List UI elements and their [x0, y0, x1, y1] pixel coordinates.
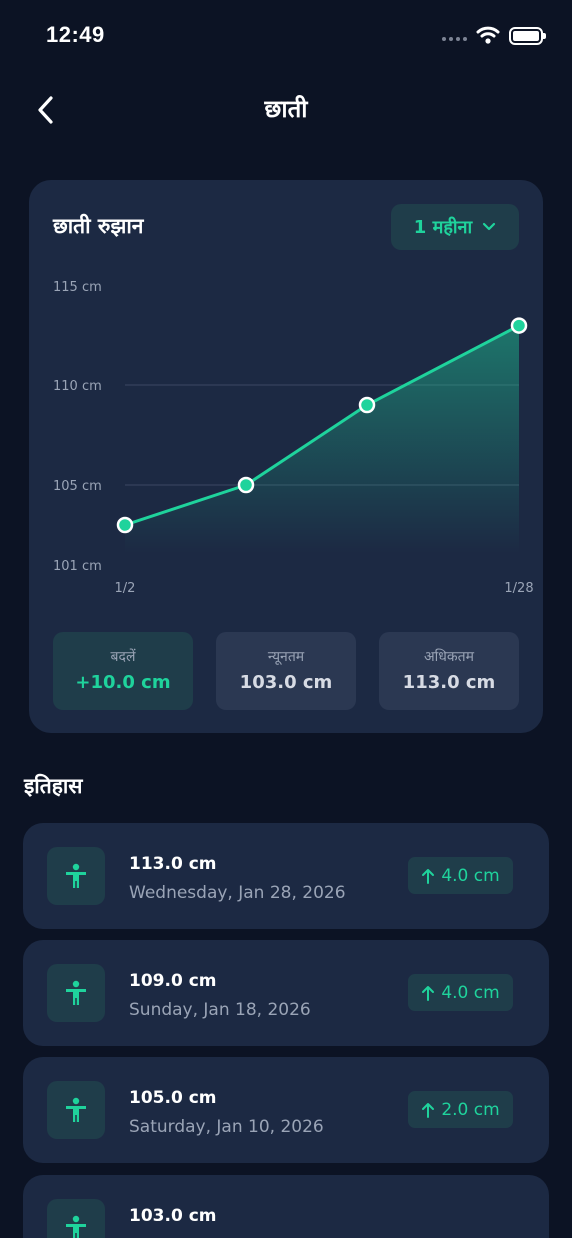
- history-value: 109.0 cm: [129, 971, 217, 991]
- chart-area: [125, 325, 519, 553]
- y-tick-label: 110 cm: [53, 379, 102, 394]
- history-value: 103.0 cm: [129, 1206, 217, 1226]
- history-value: 105.0 cm: [129, 1088, 217, 1108]
- signal-icon: [442, 37, 467, 41]
- stat-change-value: +10.0 cm: [75, 672, 171, 693]
- y-tick-label: 105 cm: [53, 479, 102, 494]
- history-date: Wednesday, Jan 28, 2026: [129, 883, 346, 903]
- stat-max: अधिकतम 113.0 cm: [379, 632, 519, 710]
- screen: 12:49 छाती छाती रुझान 1 महीना 101 cm 105…: [0, 0, 572, 1238]
- stat-max-label: अधिकतम: [423, 649, 475, 665]
- stat-min-label: न्यूनतम: [267, 649, 305, 665]
- page-title: छाती: [264, 95, 308, 123]
- history-item[interactable]: 105.0 cm Saturday, Jan 10, 2026 2.0 cm: [23, 1057, 549, 1163]
- data-point: [116, 516, 134, 534]
- trend-card: छाती रुझान 1 महीना 101 cm 105 cm 110 cm 115…: [29, 180, 543, 733]
- arrow-up-icon: [422, 985, 435, 1001]
- x-tick-label: 1/28: [504, 581, 533, 596]
- arrow-up-icon: [422, 1102, 435, 1118]
- trend-chart: 101 cm 105 cm 110 cm 115 cm 1/2 1/28: [53, 280, 534, 596]
- change-value: 4.0 cm: [441, 982, 500, 1003]
- stat-min-value: 103.0 cm: [239, 672, 333, 693]
- stat-min: न्यूनतम 103.0 cm: [216, 632, 356, 710]
- history-item[interactable]: 103.0 cm: [23, 1175, 549, 1238]
- arrow-up-icon: [422, 868, 435, 884]
- battery-icon: [509, 27, 546, 45]
- change-value: 4.0 cm: [441, 865, 500, 886]
- stat-max-value: 113.0 cm: [402, 672, 496, 693]
- body-icon: [47, 1199, 105, 1238]
- history-item[interactable]: 113.0 cm Wednesday, Jan 28, 2026 4.0 cm: [23, 823, 549, 929]
- y-tick-label: 115 cm: [53, 280, 102, 295]
- change-value: 2.0 cm: [441, 1099, 500, 1120]
- y-tick-label: 101 cm: [53, 559, 102, 574]
- body-icon: [47, 847, 105, 905]
- history-title: इतिहास: [24, 774, 83, 798]
- stat-change: बदलें +10.0 cm: [53, 632, 193, 710]
- change-badge: 4.0 cm: [408, 974, 513, 1011]
- data-point: [237, 476, 255, 494]
- history-value: 113.0 cm: [129, 854, 217, 874]
- body-icon: [47, 964, 105, 1022]
- change-badge: 2.0 cm: [408, 1091, 513, 1128]
- data-point: [510, 317, 528, 334]
- status-time: 12:49: [46, 22, 105, 47]
- data-point: [358, 396, 376, 414]
- history-date: Saturday, Jan 10, 2026: [129, 1117, 324, 1137]
- history-date: Sunday, Jan 18, 2026: [129, 1000, 311, 1020]
- x-tick-label: 1/2: [115, 581, 136, 596]
- history-item[interactable]: 109.0 cm Sunday, Jan 18, 2026 4.0 cm: [23, 940, 549, 1046]
- wifi-icon: [476, 26, 500, 44]
- change-badge: 4.0 cm: [408, 857, 513, 894]
- stat-change-label: बदलें: [110, 649, 136, 665]
- status-bar: 12:49: [0, 0, 572, 70]
- body-icon: [47, 1081, 105, 1139]
